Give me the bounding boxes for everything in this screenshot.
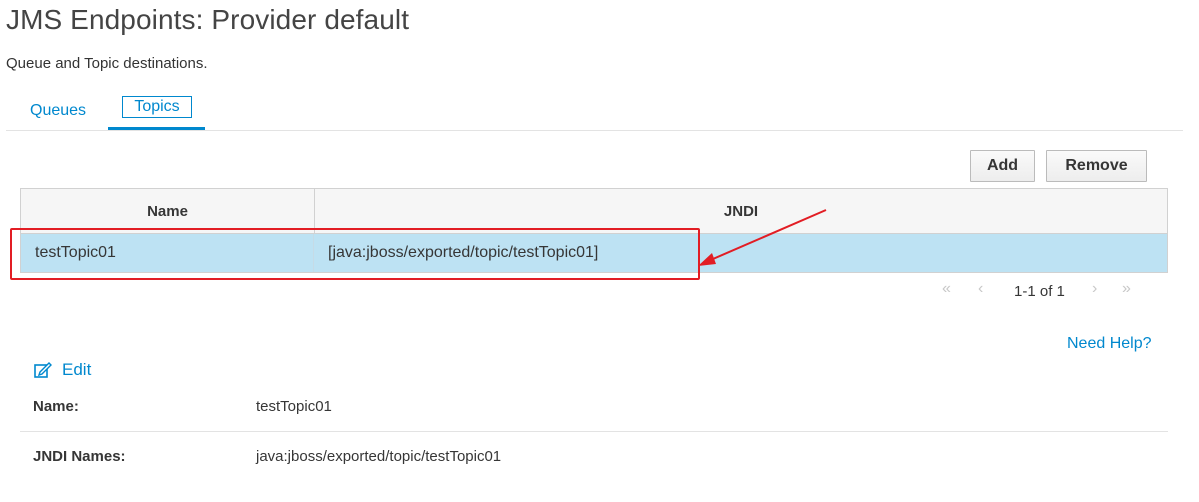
edit-link[interactable]: Edit — [34, 360, 91, 380]
page-title: JMS Endpoints: Provider default — [6, 4, 410, 35]
tab-topics-label: Topics — [122, 96, 192, 118]
detail-value: testTopic01 — [256, 398, 332, 415]
divider — [20, 431, 1168, 432]
tab-bar: Queues Topics — [6, 96, 1183, 131]
annotation-arrow — [698, 209, 827, 266]
detail-label: JNDI Names: — [33, 448, 126, 465]
remove-button[interactable]: Remove — [1046, 150, 1147, 182]
edit-label: Edit — [62, 360, 92, 379]
chevron-left-icon[interactable]: ‹ — [978, 280, 983, 298]
column-header-name[interactable]: Name — [21, 189, 315, 233]
need-help-link[interactable]: Need Help? — [1067, 335, 1152, 353]
double-chevron-right-icon[interactable]: » — [1122, 280, 1131, 298]
tab-queues[interactable]: Queues — [30, 96, 90, 130]
tab-topics[interactable]: Topics — [108, 96, 205, 130]
page-subtitle: Queue and Topic destinations. — [6, 55, 208, 72]
pagination: « ‹ 1-1 of 1 › » — [940, 280, 1150, 302]
detail-value: java:jboss/exported/topic/testTopic01 — [256, 448, 502, 465]
chevron-right-icon[interactable]: › — [1092, 280, 1097, 298]
add-button[interactable]: Add — [970, 150, 1035, 182]
detail-label: Name: — [33, 398, 79, 415]
pencil-square-icon — [34, 362, 52, 378]
double-chevron-left-icon[interactable]: « — [942, 280, 951, 298]
annotation-highlight-box — [10, 228, 700, 280]
pagination-range: 1-1 of 1 — [1014, 283, 1065, 300]
